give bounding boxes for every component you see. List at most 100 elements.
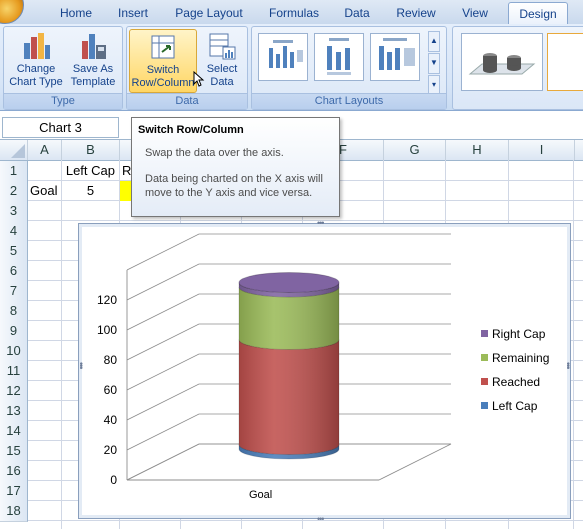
tab-home[interactable]: Home — [52, 4, 100, 24]
select-data-icon — [207, 31, 237, 61]
legend-swatch — [481, 330, 488, 337]
cell-a2[interactable]: Goal — [30, 181, 61, 201]
cell-b1[interactable]: Left Cap — [62, 161, 119, 181]
cylinder-segment-right-cap-top — [238, 272, 340, 293]
y-tick-label: 0 — [110, 473, 117, 487]
tab-design[interactable]: Design — [508, 2, 568, 25]
data-group: Switch Row/Column Select Data Data — [126, 26, 248, 110]
ribbon-tab-bar: Home Insert Page Layout Formulas Data Re… — [0, 0, 583, 25]
data-group-label: Data — [127, 93, 247, 109]
chart-area[interactable]: ••• ••• ••• ••• 0 20 40 60 80 100 120 Goal Righ… — [76, 218, 573, 524]
row-header-3[interactable]: 3 — [0, 201, 28, 222]
y-tick-label: 100 — [97, 323, 117, 337]
chart-styles-group — [452, 26, 583, 110]
legend-swatch — [481, 402, 488, 409]
row-header-1[interactable]: 1 — [0, 161, 28, 182]
y-tick-label: 20 — [104, 443, 118, 457]
scroll-up-icon[interactable]: ▲ — [428, 31, 440, 52]
grid-line — [28, 220, 583, 221]
select-data-label-1: Select — [206, 63, 238, 75]
row-header-6[interactable]: 6 — [0, 261, 28, 282]
row-header-12[interactable]: 12 — [0, 381, 28, 402]
select-all-corner[interactable] — [0, 140, 28, 160]
column-header-h[interactable]: H — [446, 140, 509, 160]
row-header-14[interactable]: 14 — [0, 421, 28, 442]
save-as-template-button[interactable]: Save As Template — [66, 29, 120, 91]
select-data-label-2: Data — [210, 76, 234, 88]
legend-swatch — [481, 378, 488, 385]
legend-item-left-cap[interactable]: Left Cap — [481, 398, 537, 414]
tab-page-layout[interactable]: Page Layout — [168, 4, 250, 24]
switch-row-column-label-1: Switch — [146, 64, 180, 76]
switch-row-column-button[interactable]: Switch Row/Column — [129, 29, 197, 93]
type-group-label: Type — [4, 93, 122, 109]
name-box[interactable]: Chart 3 — [2, 117, 119, 138]
row-header-18[interactable]: 18 — [0, 501, 28, 522]
tooltip-line-2: Data being charted on the X axis will mo… — [145, 173, 323, 199]
row-header-8[interactable]: 8 — [0, 301, 28, 322]
row-header-7[interactable]: 7 — [0, 281, 28, 302]
y-tick-label: 40 — [104, 413, 118, 427]
switch-row-column-label-2: Row/Column — [131, 77, 195, 89]
y-tick-label: 60 — [104, 383, 118, 397]
type-group: Change Chart Type Save As Template Type — [3, 26, 123, 110]
legend-label: Left Cap — [492, 399, 538, 413]
y-tick-label: 120 — [97, 293, 117, 307]
row-header-16[interactable]: 16 — [0, 461, 28, 482]
switch-row-column-icon — [148, 32, 178, 62]
row-header-15[interactable]: 15 — [0, 441, 28, 462]
chart-layouts-group-label: Chart Layouts — [252, 93, 446, 109]
change-chart-type-label-1: Change — [16, 63, 56, 75]
chart-layouts-scroll[interactable]: ▲ ▼ ▾ — [428, 31, 440, 96]
x-category-label: Goal — [249, 489, 272, 501]
gridline — [126, 233, 451, 271]
tab-review[interactable]: Review — [388, 4, 444, 24]
column-header-a[interactable]: A — [28, 140, 62, 160]
chart-layout-1[interactable] — [258, 33, 308, 81]
legend-item-right-cap[interactable]: Right Cap — [481, 326, 545, 342]
ribbon: Change Chart Type Save As Template Type — [0, 24, 583, 111]
chart-layouts-group: ▲ ▼ ▾ Chart Layouts — [251, 26, 447, 110]
chart-plot: 0 20 40 60 80 100 120 Goal — [97, 233, 452, 501]
legend-item-reached[interactable]: Reached — [481, 374, 540, 390]
change-chart-type-button[interactable]: Change Chart Type — [8, 29, 64, 91]
tab-formulas[interactable]: Formulas — [260, 4, 328, 24]
row-header-11[interactable]: 11 — [0, 361, 28, 382]
row-header-9[interactable]: 9 — [0, 321, 28, 342]
tooltip-title: Switch Row/Column — [138, 124, 244, 136]
row-header-4[interactable]: 4 — [0, 221, 28, 242]
legend-label: Reached — [492, 375, 541, 389]
save-as-template-label-2: Template — [70, 76, 116, 88]
column-header-g[interactable]: G — [384, 140, 446, 160]
column-header-i[interactable]: I — [509, 140, 575, 160]
chart-layout-2[interactable] — [314, 33, 364, 81]
select-data-button[interactable]: Select Data — [199, 29, 245, 91]
chart-style-1[interactable] — [461, 33, 543, 91]
office-button[interactable] — [0, 0, 24, 24]
row-header-13[interactable]: 13 — [0, 401, 28, 422]
tab-insert[interactable]: Insert — [108, 4, 158, 24]
row-header-17[interactable]: 17 — [0, 481, 28, 502]
row-header-10[interactable]: 10 — [0, 341, 28, 362]
grid-line — [573, 160, 574, 529]
row-header-2[interactable]: 2 — [0, 181, 28, 202]
tooltip-line-1: Swap the data over the axis. — [145, 147, 284, 159]
legend-swatch — [481, 354, 488, 361]
row-header-5[interactable]: 5 — [0, 241, 28, 262]
bar-chart-icon — [21, 31, 51, 61]
tab-data[interactable]: Data — [334, 4, 380, 24]
scroll-down-icon[interactable]: ▼ — [428, 53, 440, 74]
cell-b2[interactable]: 5 — [62, 181, 119, 201]
cylinder-shading — [239, 282, 339, 459]
column-header-b[interactable]: B — [62, 140, 120, 160]
legend-label: Remaining — [492, 351, 550, 365]
switch-row-column-tooltip: Switch Row/Column Swap the data over the… — [131, 117, 340, 217]
cell-c2-highlight[interactable] — [120, 181, 131, 201]
y-tick-label: 80 — [104, 353, 118, 367]
legend-item-remaining[interactable]: Remaining — [481, 350, 549, 366]
chart-style-2[interactable] — [547, 33, 583, 91]
save-as-template-label-1: Save As — [72, 63, 114, 75]
tab-view[interactable]: View — [452, 4, 498, 24]
chart-layout-3[interactable] — [370, 33, 420, 81]
grid-line — [28, 520, 583, 521]
